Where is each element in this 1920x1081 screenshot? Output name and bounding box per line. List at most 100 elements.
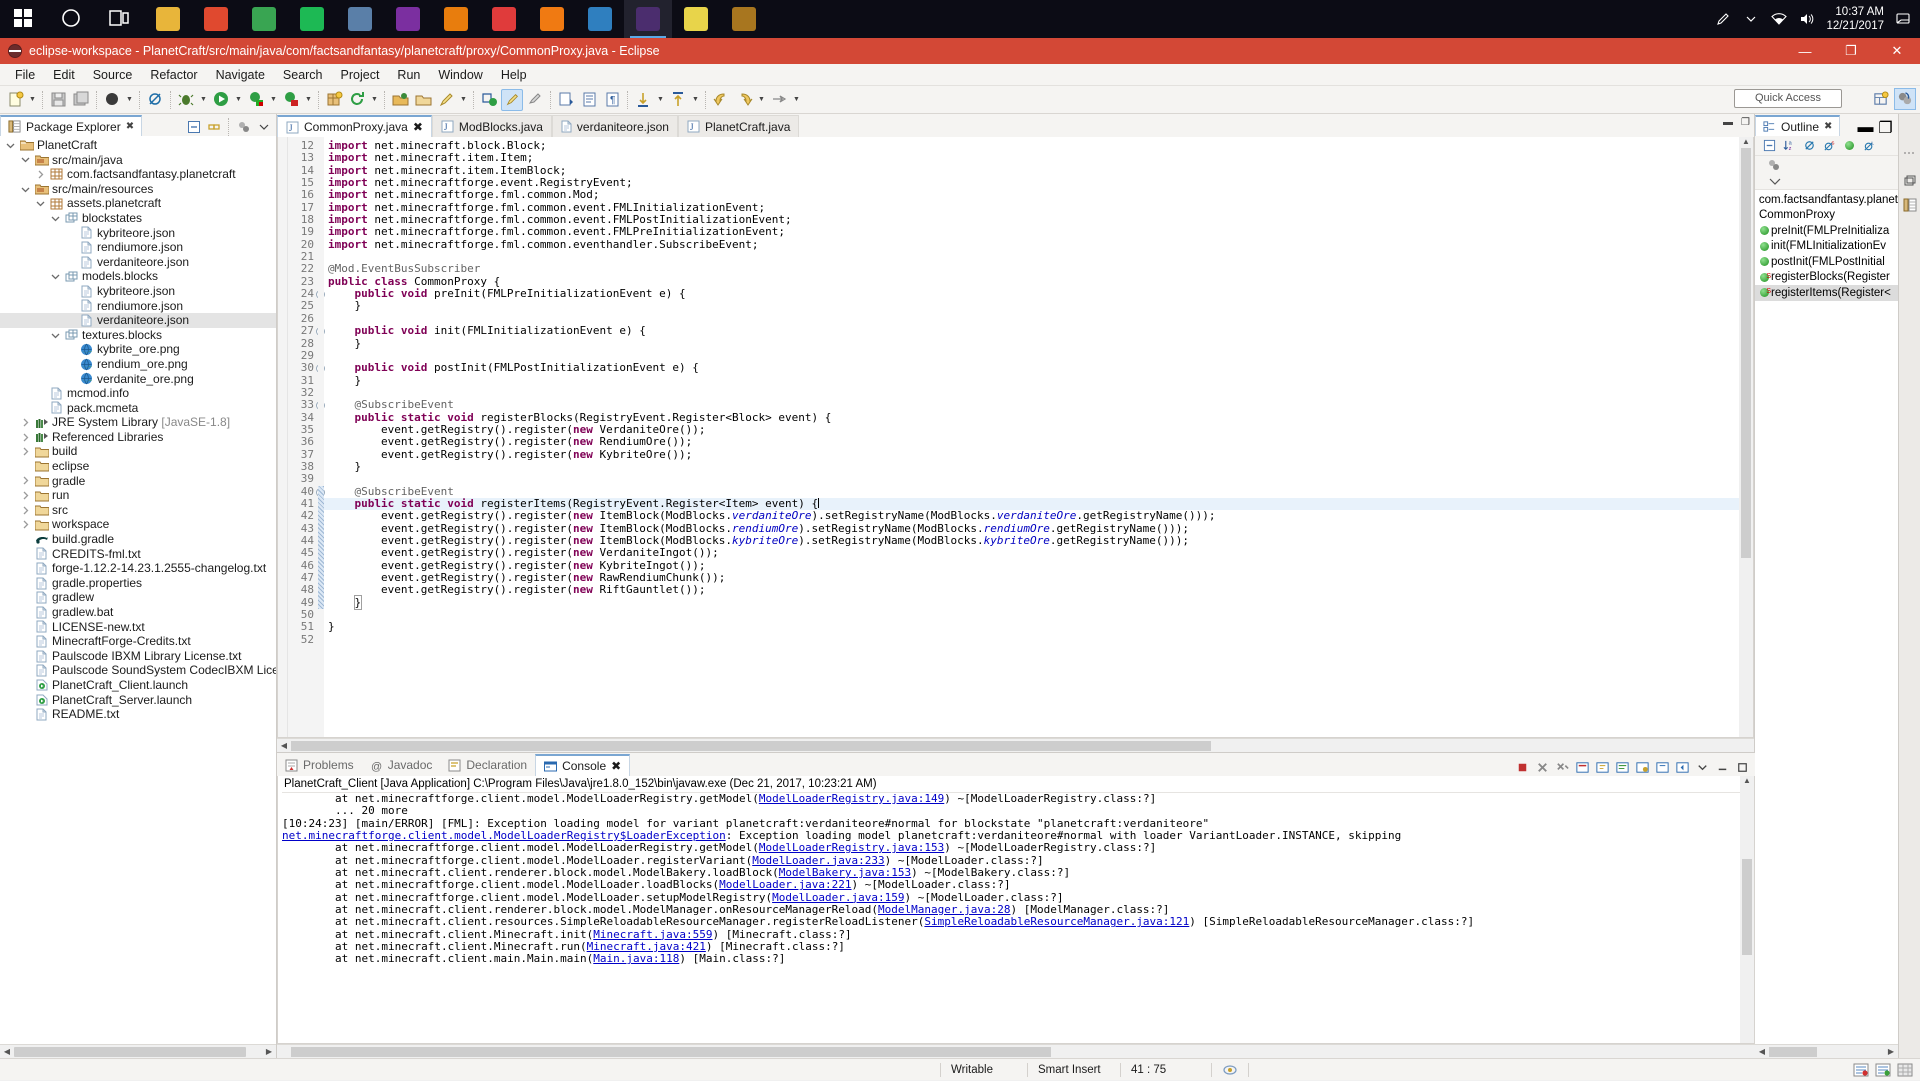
code-line[interactable]: public void postInit(FMLPostInitializati… — [324, 361, 1739, 374]
close-icon[interactable]: ✖ — [611, 759, 621, 773]
source-editor[interactable]: 12131415161718192021222324−252627−282930… — [277, 137, 1754, 738]
forward-dropdown[interactable]: ▼ — [756, 89, 767, 111]
tree-item[interactable]: verdanite_ore.png — [0, 372, 276, 387]
tree-item[interactable]: Paulscode IBXM Library License.txt — [0, 649, 276, 664]
tree-item[interactable]: com.factsandfantasy.planetcraft — [0, 167, 276, 182]
menu-search[interactable]: Search — [274, 66, 332, 84]
tree-item[interactable]: models.blocks — [0, 269, 276, 284]
new-wizard-button[interactable] — [4, 89, 26, 111]
external-tools-button[interactable] — [245, 89, 267, 111]
coverage-button[interactable] — [280, 89, 302, 111]
taskbar-package-app[interactable] — [720, 0, 768, 38]
chevron-down-icon[interactable] — [51, 214, 64, 223]
taskbar-video-editor[interactable] — [144, 0, 192, 38]
show-whitespace-button[interactable] — [578, 89, 600, 111]
open-folder-button[interactable] — [412, 89, 434, 111]
chevron-down-icon[interactable] — [6, 141, 19, 150]
back-button[interactable] — [710, 89, 732, 111]
tree-item[interactable]: Paulscode SoundSystem CodecIBXM License.… — [0, 663, 276, 678]
chevron-down-icon[interactable] — [36, 199, 49, 208]
search-dropdown[interactable]: ▼ — [458, 89, 469, 111]
maximize-button[interactable]: ❐ — [1828, 38, 1874, 64]
tree-item[interactable]: Referenced Libraries — [0, 430, 276, 445]
tree-item[interactable]: rendiumore.json — [0, 299, 276, 314]
hide-local-types-icon[interactable]: L — [1861, 137, 1878, 154]
tree-item[interactable]: pack.mcmeta — [0, 401, 276, 416]
outline-tree[interactable]: com.factsandfantasy.planet CommonProxy pre… — [1755, 190, 1898, 1044]
scroll-right-arrow-icon[interactable]: ▶ — [262, 1047, 276, 1056]
console-output[interactable]: PlanetCraft_Client [Java Application] C:… — [278, 776, 1740, 1043]
scrollbar-thumb[interactable] — [1769, 1046, 1817, 1057]
code-line[interactable]: import net.minecraftforge.fml.common.eve… — [324, 238, 1739, 251]
chevron-right-icon[interactable] — [21, 506, 34, 515]
taskbar-notepad[interactable] — [672, 0, 720, 38]
scrollbar-thumb[interactable] — [1741, 148, 1751, 558]
tree-item[interactable]: workspace — [0, 517, 276, 532]
tree-item[interactable]: build — [0, 444, 276, 459]
open-console-icon[interactable] — [1673, 758, 1691, 776]
console-body[interactable]: PlanetCraft_Client [Java Application] C:… — [277, 776, 1755, 1044]
minimize-icon[interactable]: ▬ — [1723, 117, 1733, 128]
search-button[interactable] — [435, 89, 457, 111]
minimize-icon[interactable]: ▬ — [1857, 119, 1874, 136]
previous-annotation-button[interactable] — [501, 88, 523, 111]
taskbar-cortana-search[interactable] — [48, 0, 96, 38]
menu-source[interactable]: Source — [84, 66, 142, 84]
run-button[interactable] — [210, 89, 232, 111]
refresh-button[interactable] — [346, 89, 368, 111]
editor-horizontal-scrollbar[interactable]: ◀ — [277, 738, 1754, 752]
next-member-dropdown[interactable]: ▼ — [655, 89, 666, 111]
code-line[interactable]: } — [324, 460, 1739, 473]
remove-launch-icon[interactable] — [1533, 758, 1551, 776]
console-tab-javadoc[interactable]: @ Javadoc — [362, 754, 441, 776]
maximize-icon[interactable]: ❐ — [1741, 117, 1750, 128]
editor-vertical-scrollbar[interactable]: ▲ — [1739, 137, 1753, 737]
hide-static-icon[interactable]: S — [1821, 137, 1838, 154]
maximize-icon[interactable] — [1733, 758, 1751, 776]
volume-icon[interactable] — [1798, 11, 1816, 27]
run-dropdown[interactable]: ▼ — [233, 89, 244, 111]
code-line[interactable]: import net.minecraftforge.fml.common.eve… — [324, 226, 1739, 239]
taskbar-task-view[interactable] — [96, 0, 144, 38]
tree-item[interactable]: PlanetCraft_Server.launch — [0, 693, 276, 708]
taskbar-onenote[interactable] — [384, 0, 432, 38]
menu-navigate[interactable]: Navigate — [207, 66, 274, 84]
tree-item[interactable]: kybriteore.json — [0, 284, 276, 299]
package-explorer-icon[interactable] — [1901, 196, 1919, 214]
scrollbar-thumb[interactable] — [291, 1047, 1051, 1057]
code-line[interactable]: import net.minecraftforge.fml.common.Mod… — [324, 189, 1739, 202]
outline-item[interactable]: init(FMLInitializationEv — [1755, 239, 1898, 255]
scroll-left-arrow-icon[interactable]: ◀ — [277, 741, 291, 750]
taskbar-vlc-player[interactable] — [528, 0, 576, 38]
minimize-icon[interactable] — [1713, 758, 1731, 776]
code-line[interactable]: event.getRegistry().register(new Verdani… — [324, 546, 1739, 559]
error-log-icon[interactable] — [1852, 1062, 1870, 1078]
debug-dropdown[interactable]: ▼ — [198, 89, 209, 111]
scroll-right-arrow-icon[interactable]: ▶ — [1884, 1047, 1898, 1056]
external-tools-dropdown[interactable]: ▼ — [268, 89, 279, 111]
open-perspective-button[interactable] — [1870, 88, 1892, 110]
taskbar-recording-app[interactable] — [480, 0, 528, 38]
tree-item[interactable]: gradle.properties — [0, 576, 276, 591]
tree-item[interactable]: src — [0, 503, 276, 518]
editor-tab-planetcraft-java[interactable]: J PlanetCraft.java — [677, 115, 800, 137]
skip-breakpoints-button[interactable] — [101, 89, 123, 111]
editor-tab-modblocks-java[interactable]: J ModBlocks.java — [431, 115, 552, 137]
menu-help[interactable]: Help — [492, 66, 536, 84]
console-tab-declaration[interactable]: Declaration — [440, 754, 535, 776]
menu-refactor[interactable]: Refactor — [141, 66, 206, 84]
project-tree[interactable]: PlanetCraft src/main/java com.factsandfant… — [0, 136, 276, 1044]
tree-item[interactable]: MinecraftForge-Credits.txt — [0, 634, 276, 649]
tree-item[interactable]: blockstates — [0, 211, 276, 226]
taskbar-chrome-browser[interactable] — [240, 0, 288, 38]
console-tab-problems[interactable]: Problems — [277, 754, 362, 776]
word-wrap-icon[interactable] — [1613, 758, 1631, 776]
tree-item[interactable]: rendium_ore.png — [0, 357, 276, 372]
new-wizard-dropdown[interactable]: ▼ — [27, 89, 38, 111]
tree-item[interactable]: textures.blocks — [0, 328, 276, 343]
restore-icon[interactable] — [1901, 148, 1919, 166]
taskbar-globe-browser[interactable] — [576, 0, 624, 38]
tree-item[interactable]: kybriteore.json — [0, 226, 276, 241]
refresh-dropdown[interactable]: ▼ — [369, 89, 380, 111]
maximize-icon[interactable]: ❐ — [1877, 119, 1894, 137]
